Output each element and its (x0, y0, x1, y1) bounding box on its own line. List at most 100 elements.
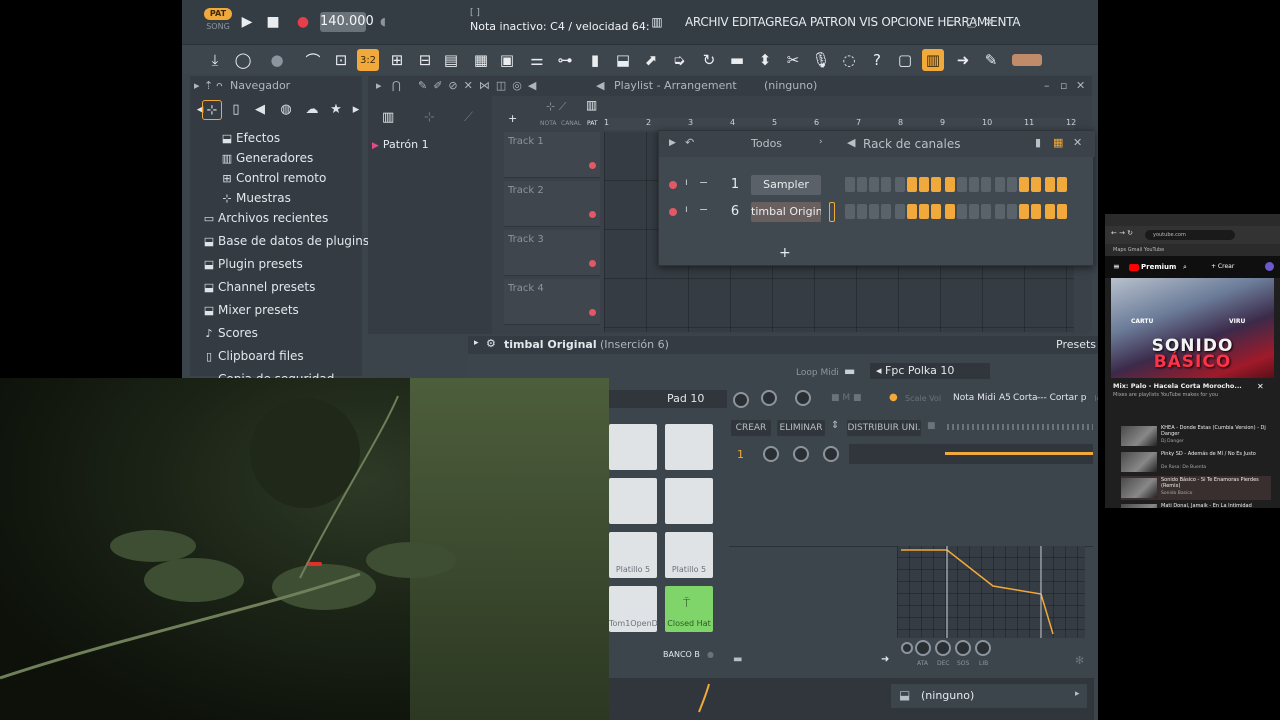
piano-icon[interactable]: ▥ (382, 110, 394, 125)
browser-item[interactable]: ▭ Archivos recientes (202, 208, 328, 228)
metronome-dial-icon[interactable]: ◯ (232, 49, 254, 71)
cloud-icon[interactable]: ☁ (302, 100, 322, 120)
play-icon[interactable]: ▶ (238, 13, 256, 31)
drum-pad[interactable]: Platillo 5 (665, 532, 713, 578)
track-led[interactable] (589, 211, 596, 218)
env-knob-sos[interactable] (955, 640, 971, 656)
env-small-knob[interactable] (901, 642, 913, 654)
save-icon[interactable]: ▬ (726, 49, 748, 71)
browser-item[interactable]: ▯ Clipboard files (202, 346, 304, 366)
step-button[interactable] (1045, 204, 1055, 219)
pan-icon[interactable]: ı (685, 204, 688, 215)
channel-name-button[interactable]: Sampler (751, 175, 821, 195)
download-icon[interactable]: ⤓ (204, 49, 226, 71)
chevron-right-icon[interactable]: ▸ (474, 338, 479, 348)
channel-number[interactable]: 1 (725, 177, 745, 192)
step-button[interactable] (1057, 204, 1067, 219)
banco-label[interactable]: BANCO B (663, 650, 700, 659)
step-button[interactable] (931, 177, 941, 192)
layer-number[interactable]: 1 (737, 448, 744, 461)
channel-led[interactable] (669, 208, 677, 216)
bookmarks-bar[interactable]: Maps Gmail YouTube (1105, 244, 1280, 256)
drum-pad[interactable]: Tom1OpenD (609, 586, 658, 632)
channel-number[interactable]: 6 (725, 204, 745, 219)
step-button[interactable] (845, 177, 855, 192)
file-icon[interactable]: ▮ (584, 49, 606, 71)
preset-selector[interactable]: ◂ Fpc Polka 10 (870, 363, 990, 379)
search-icon[interactable]: ⌕ (1183, 263, 1187, 272)
drum-pad[interactable] (609, 478, 657, 524)
loop-record-icon[interactable]: ⊟ (414, 49, 436, 71)
microphone-icon[interactable]: 🎙 (810, 49, 832, 71)
folder-icon[interactable]: ▬ (733, 654, 742, 665)
keyboard-typing-icon[interactable]: ▥ (922, 49, 944, 71)
fpc-knob-2[interactable] (761, 390, 777, 406)
close-icon[interactable]: ✕ (1076, 79, 1085, 92)
scale-vol-led[interactable]: ● (889, 392, 898, 403)
browser-item[interactable]: ▥ Generadores (220, 148, 313, 168)
maximize-icon[interactable]: ▢ (966, 15, 977, 29)
browser-item[interactable]: ⬓ Base de datos de plugins (202, 231, 369, 251)
layer-knob-3[interactable] (823, 446, 839, 462)
browser-item[interactable]: ⊞ Control remoto (220, 168, 326, 188)
plugin-icon[interactable]: ⬓ (612, 49, 634, 71)
channel-select-indicator[interactable] (829, 202, 835, 222)
distribuir-button[interactable]: DISTRIBUIR UNI. (847, 420, 921, 436)
url-bar[interactable]: youtube.com (1145, 230, 1235, 240)
chevron-right-icon[interactable]: ▶ (669, 138, 676, 148)
playlist-item[interactable]: Pinky SD - Además de Mí / No Es Justo De … (1121, 450, 1271, 474)
maximize-icon[interactable]: ▫ (1060, 79, 1067, 92)
step-button[interactable] (1007, 177, 1017, 192)
arrow-right-icon[interactable]: ➜ (952, 49, 974, 71)
create-button[interactable]: + Crear (1211, 263, 1234, 270)
step-button[interactable] (907, 177, 917, 192)
step-button[interactable] (881, 204, 891, 219)
step-button[interactable] (907, 204, 917, 219)
playlist-item[interactable]: KHEA - Donde Estas (Cumbia Version) - Dj… (1121, 424, 1271, 448)
playlist-tools[interactable]: ✎✐⊘✕⋈◫◎◀ (418, 79, 542, 92)
pencil-icon[interactable]: ✎ (980, 49, 1002, 71)
browser-item[interactable]: ⬓ Mixer presets (202, 300, 299, 320)
step-button[interactable] (1019, 204, 1029, 219)
browser-icon[interactable]: ➭ (668, 49, 690, 71)
browser-item[interactable]: ⬓ Channel presets (202, 277, 316, 297)
step-button[interactable] (1019, 177, 1029, 192)
video-player[interactable]: CARTU VIRU SONIDO BÁSICO (1111, 278, 1274, 378)
steps-icon[interactable]: ▦ (1053, 136, 1063, 149)
step-button[interactable] (1031, 177, 1041, 192)
piano-roll-icon[interactable]: ⬈ (640, 49, 662, 71)
step-button[interactable] (895, 204, 905, 219)
updown-icon[interactable]: ⇕ (831, 420, 839, 431)
add-channel-button[interactable]: + (779, 245, 791, 261)
pattern-item[interactable]: ▶ Patrón 1 (372, 138, 429, 151)
tempo-slider-icon[interactable] (1012, 54, 1042, 66)
channel-rack-icon[interactable]: ⊶ (554, 49, 576, 71)
minimize-icon[interactable]: ▭ (946, 15, 957, 29)
render-icon[interactable]: ⬍ (754, 49, 776, 71)
fpc-knob-3[interactable] (795, 390, 811, 406)
master-volume-icon[interactable]: ● (266, 49, 288, 71)
chat-icon[interactable]: ◌ (838, 49, 860, 71)
crear-button[interactable]: CREAR (731, 420, 771, 436)
layer-range[interactable] (849, 444, 1093, 464)
undo-icon[interactable]: ↶ (685, 136, 694, 149)
close-icon[interactable]: ✕ (1073, 136, 1082, 149)
toggle-icon[interactable]: ■ (927, 421, 936, 431)
pat-song-switch[interactable]: PAT SONG (204, 8, 234, 36)
speaker-icon[interactable]: ◀ (250, 100, 270, 120)
keyboard-icon[interactable]: ▥ (648, 13, 666, 31)
step-button[interactable] (969, 204, 979, 219)
pattern-icon[interactable]: ▤ (440, 49, 462, 71)
menu-icon[interactable]: ≡ (1113, 262, 1120, 271)
star-icon[interactable]: ★ (326, 100, 346, 120)
close-icon[interactable]: ✕ (1257, 382, 1264, 391)
drum-pad[interactable]: Platillo 5 (609, 532, 657, 578)
youtube-logo[interactable]: Premium (1129, 263, 1176, 271)
track-header[interactable]: Track 4 (504, 279, 600, 325)
step-button[interactable] (919, 177, 929, 192)
step-button[interactable] (969, 177, 979, 192)
env-knob-dec[interactable] (935, 640, 951, 656)
add-pattern-icon[interactable]: ⊞ (386, 49, 408, 71)
nota-value[interactable]: A5 (999, 393, 1011, 403)
chevron-right-icon[interactable]: ▸ (346, 100, 366, 120)
